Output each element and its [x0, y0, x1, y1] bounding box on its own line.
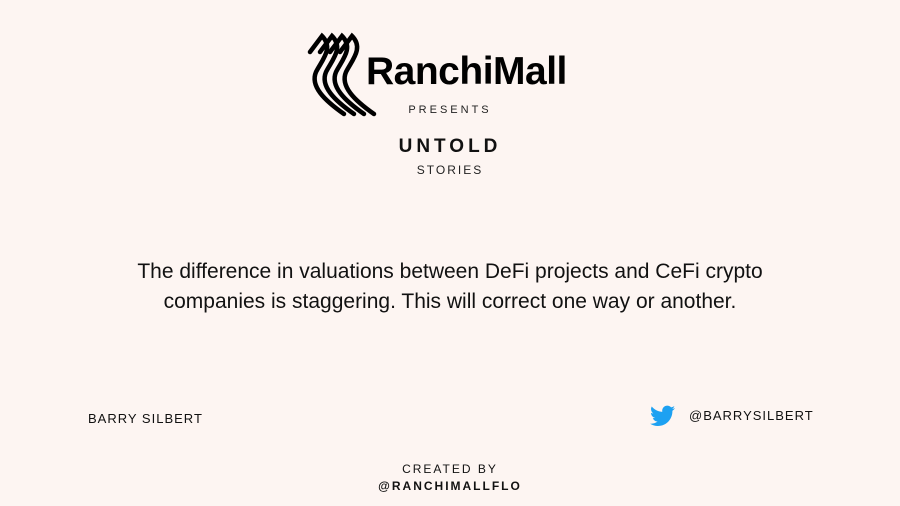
brand-name: RanchiMall — [366, 50, 567, 93]
series-title: UNTOLD — [398, 136, 502, 157]
creator-handle: @RANCHIMALLFLO — [378, 479, 522, 493]
presents-label: PRESENTS — [408, 104, 492, 116]
series-subtitle: STORIES — [416, 163, 484, 177]
twitter-handle: @BARRYSILBERT — [689, 408, 814, 423]
quote-text: The difference in valuations between DeF… — [137, 260, 763, 313]
created-by-label: CREATED BY — [402, 462, 498, 476]
quote-author: BARRY SILBERT — [88, 411, 203, 426]
twitter-attribution: @BARRYSILBERT — [650, 405, 850, 429]
twitter-bird-icon — [650, 405, 675, 426]
